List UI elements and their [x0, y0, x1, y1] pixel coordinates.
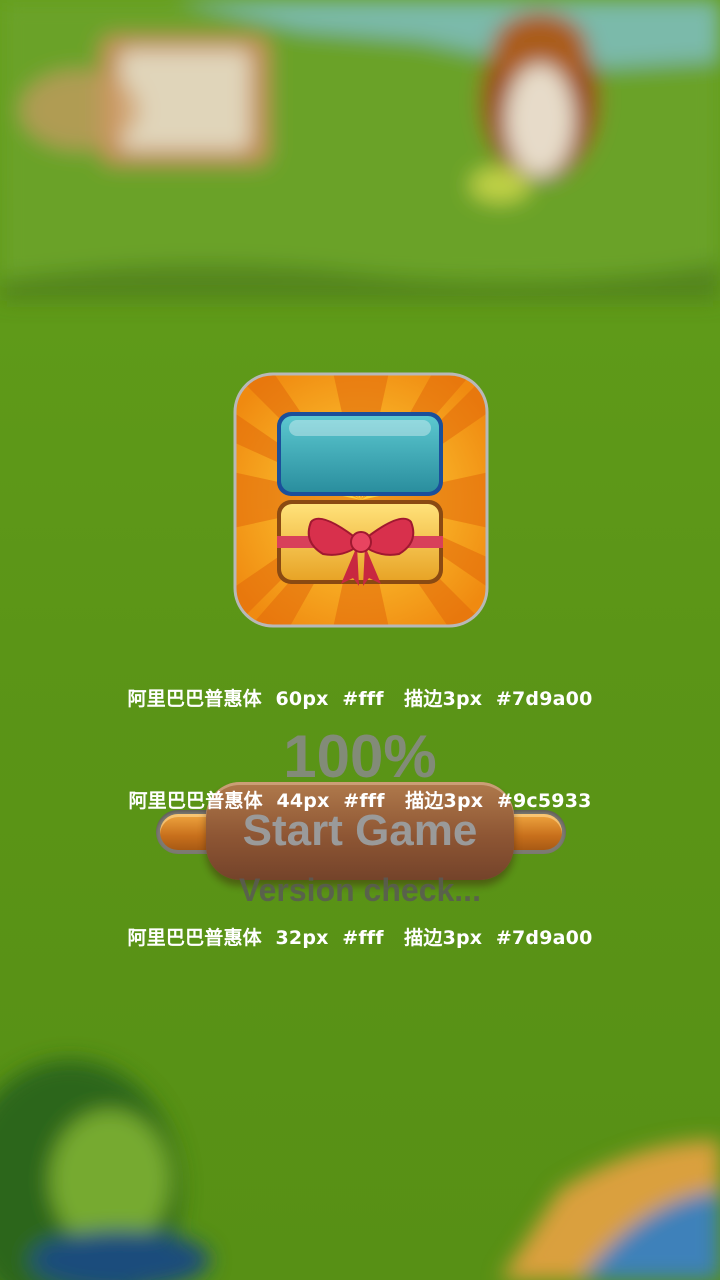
font-spec-label-version: 阿里巴巴普惠体 32px #fff 描边3px #7d9a00	[127, 927, 593, 949]
app-icon	[233, 372, 489, 628]
dim-overlay	[0, 0, 720, 1280]
version-check-text: Version check...	[239, 872, 481, 908]
font-spec-label-title: 阿里巴巴普惠体 60px #fff 描边3px #7d9a00	[127, 688, 593, 710]
loading-percent-text: 100%	[283, 723, 437, 790]
font-spec-label-button: 阿里巴巴普惠体 44px #fff 描边3px #9c5933	[128, 790, 592, 812]
